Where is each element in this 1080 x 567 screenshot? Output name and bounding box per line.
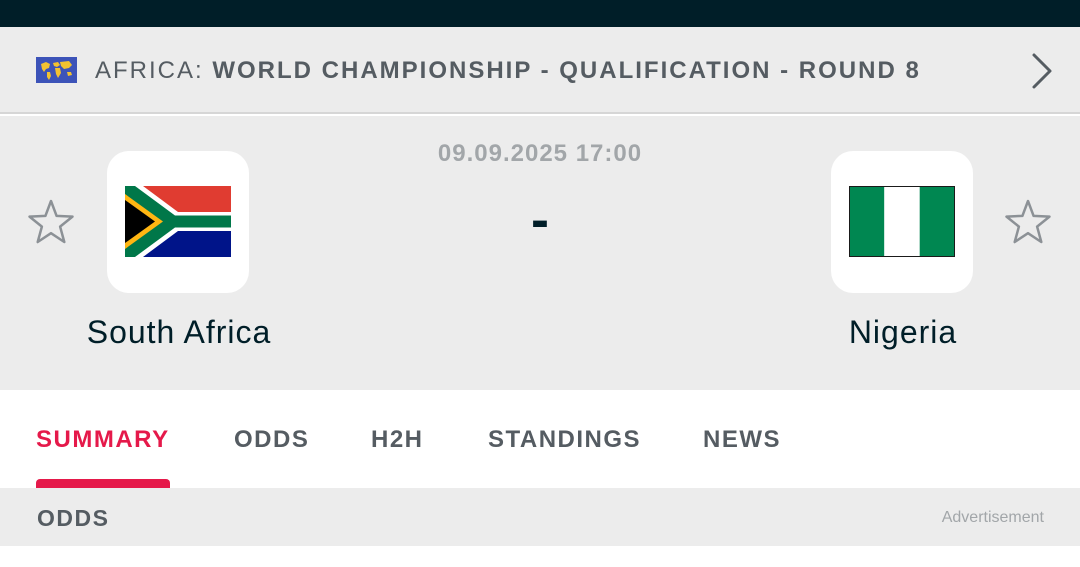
advertisement-label: Advertisement <box>941 509 1044 526</box>
south-africa-flag-icon <box>125 186 231 257</box>
away-team-logo[interactable] <box>831 151 973 293</box>
match-tabs: SUMMARY ODDS H2H STANDINGS NEWS <box>0 390 1080 488</box>
league-country: AFRICA: <box>95 57 204 84</box>
away-team-name[interactable]: Nigeria <box>753 314 1053 351</box>
home-team-name[interactable]: South Africa <box>29 314 329 351</box>
home-team-logo[interactable] <box>107 151 249 293</box>
tab-summary[interactable]: SUMMARY <box>36 426 170 454</box>
active-tab-indicator <box>36 479 170 488</box>
content-area <box>0 546 1080 567</box>
tab-standings[interactable]: STANDINGS <box>488 426 641 454</box>
match-score: - <box>531 190 549 250</box>
league-header[interactable]: AFRICA: WORLD CHAMPIONSHIP - QUALIFICATI… <box>0 27 1080 114</box>
league-name: WORLD CHAMPIONSHIP - QUALIFICATION - ROU… <box>212 57 921 84</box>
status-bar <box>0 0 1080 27</box>
tab-news[interactable]: NEWS <box>703 426 781 454</box>
away-favorite-star-icon[interactable] <box>1004 198 1052 246</box>
league-title: AFRICA: WORLD CHAMPIONSHIP - QUALIFICATI… <box>95 56 921 86</box>
tab-h2h[interactable]: H2H <box>371 426 424 454</box>
section-title: ODDS <box>37 505 110 531</box>
home-favorite-star-icon[interactable] <box>27 198 75 246</box>
nigeria-flag-icon <box>849 186 955 257</box>
world-map-flag-icon <box>36 57 77 83</box>
chevron-right-icon[interactable] <box>1024 49 1058 93</box>
tab-odds[interactable]: ODDS <box>234 426 309 454</box>
odds-section-header: ODDS Advertisement <box>0 488 1080 546</box>
